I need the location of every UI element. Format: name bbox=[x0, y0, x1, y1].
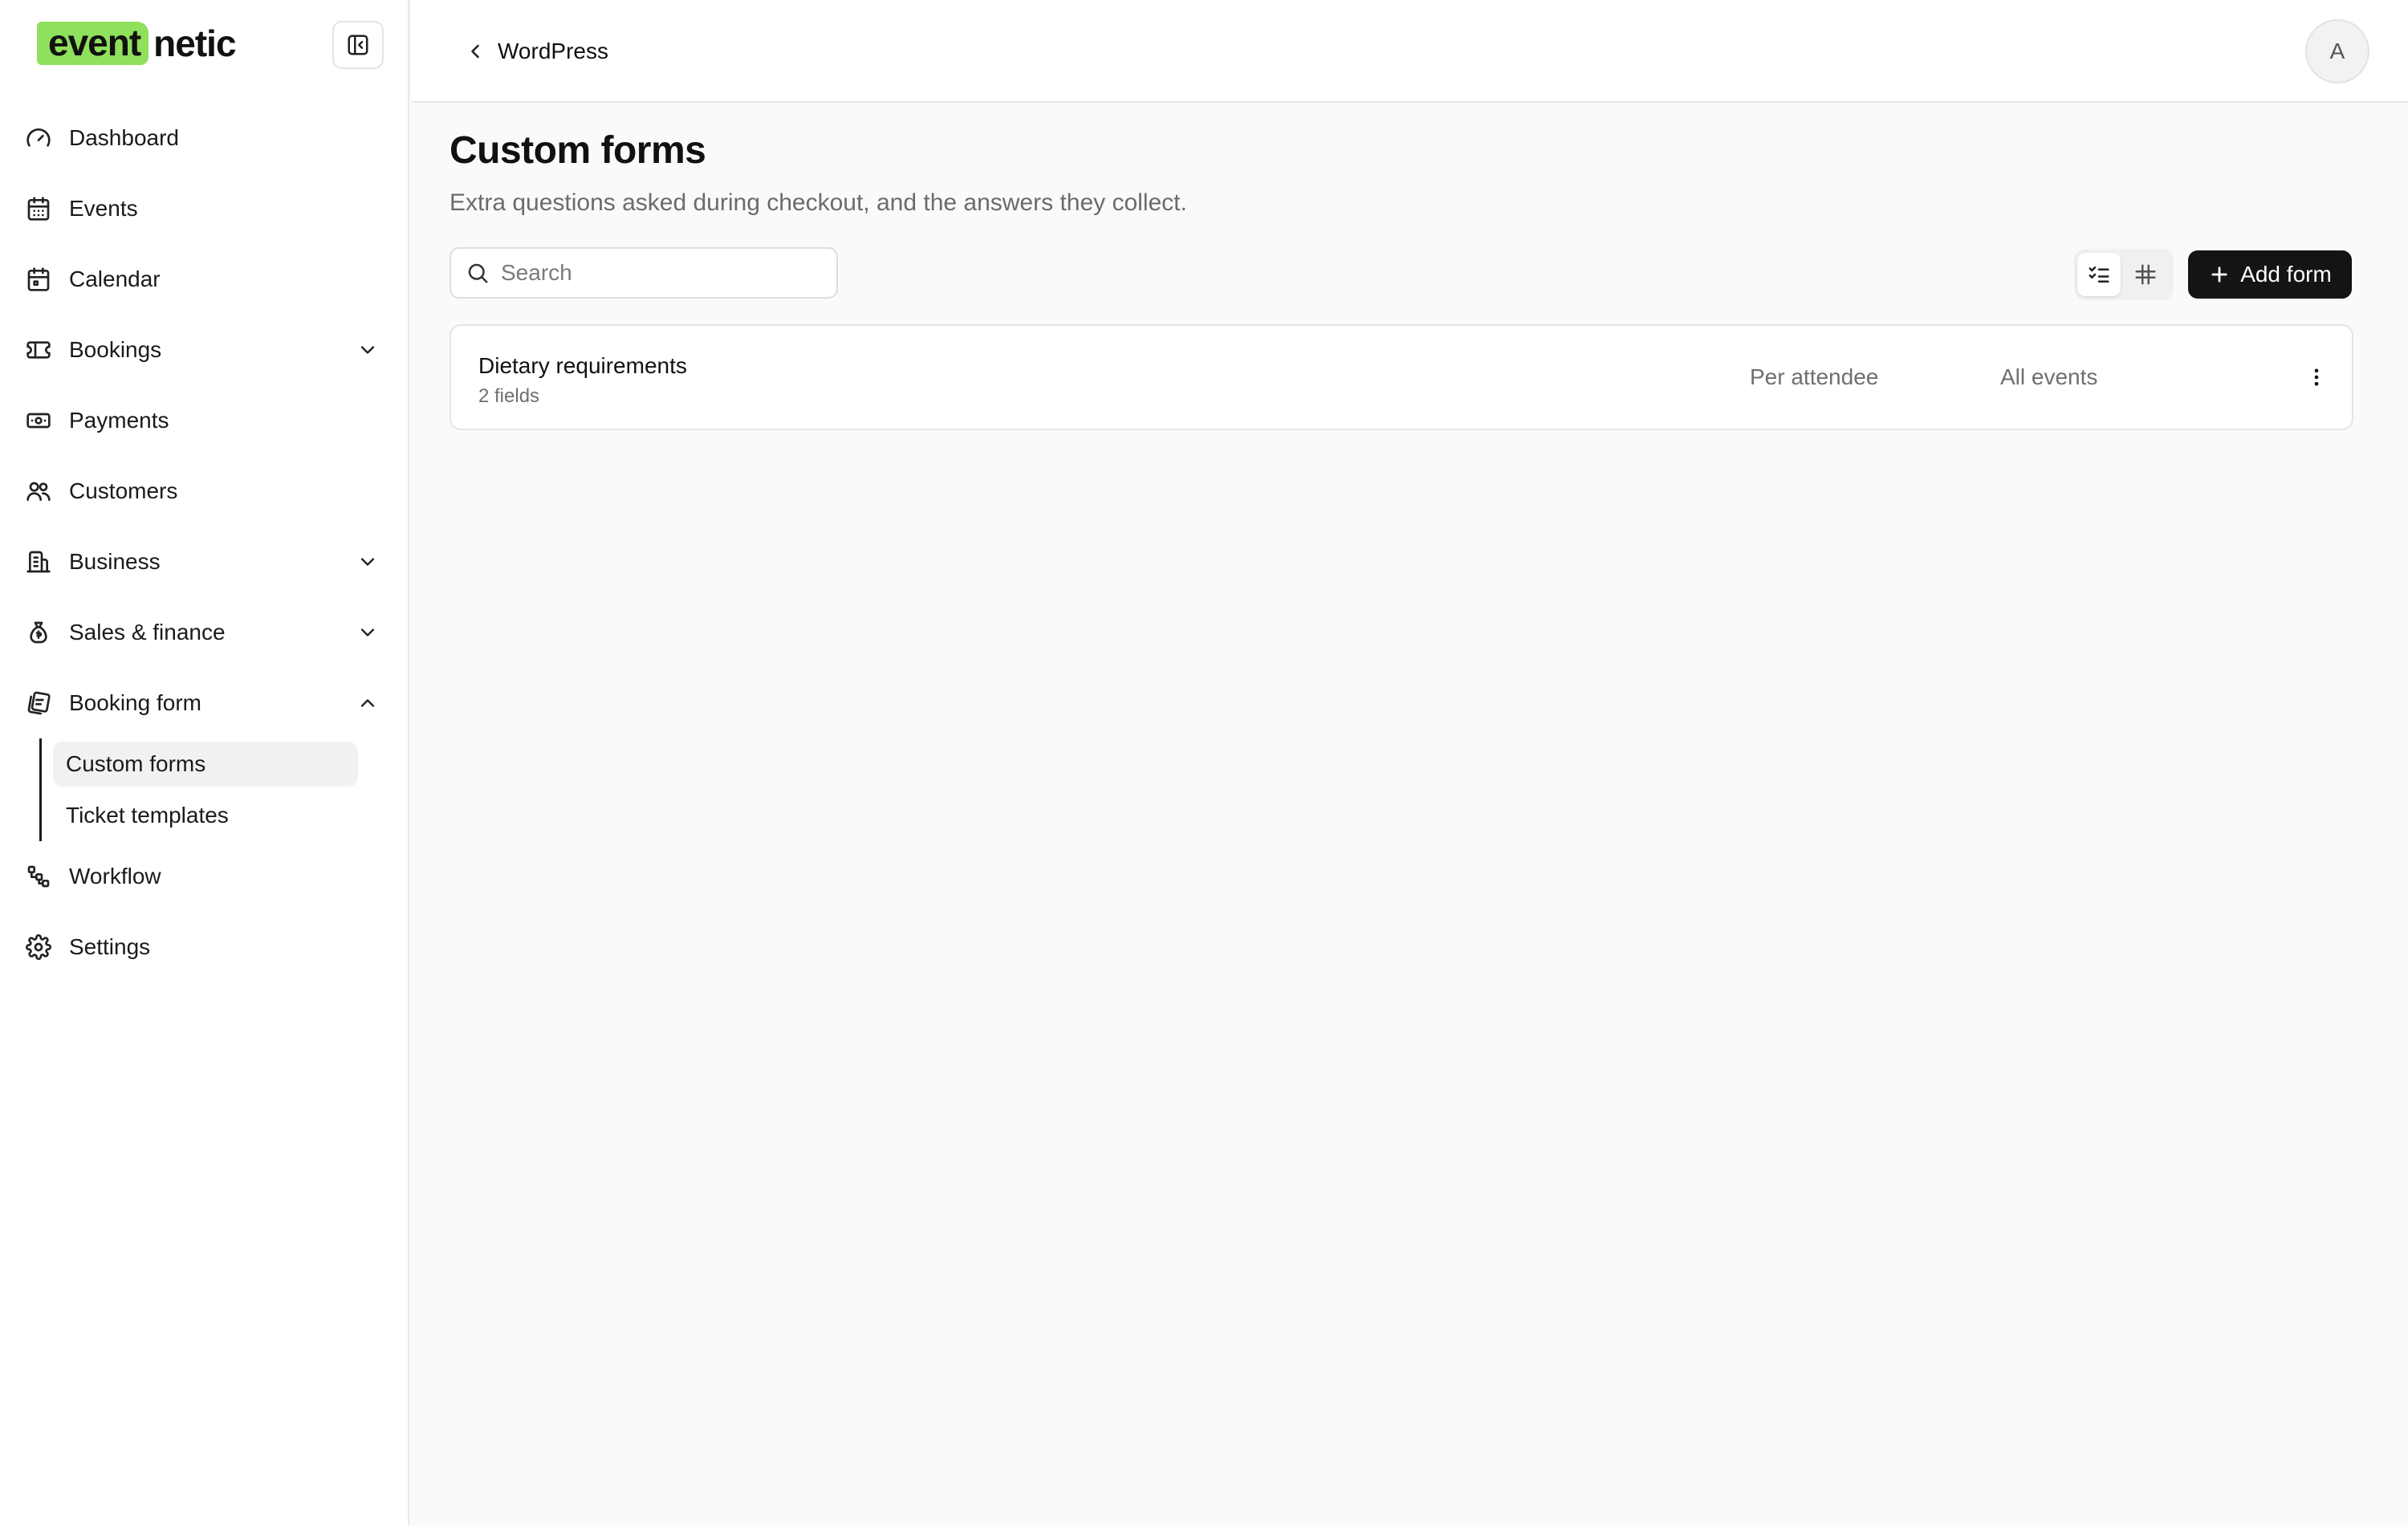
form-list-row[interactable]: Dietary requirements 2 fields Per attend… bbox=[449, 324, 2353, 430]
sidebar-subitem-custom-forms[interactable]: Custom forms bbox=[53, 742, 358, 787]
sidebar-item-label: Customers bbox=[69, 478, 178, 503]
app-root: event netic Dashboard Events Calendar Bo… bbox=[0, 0, 2408, 1525]
sidebar-item-label: Workflow bbox=[69, 864, 161, 889]
money-bag-icon bbox=[22, 616, 55, 649]
sidebar-item-label: Events bbox=[69, 196, 138, 221]
sidebar-item-booking-form[interactable]: Booking form bbox=[19, 677, 388, 729]
chevron-down-icon[interactable] bbox=[352, 616, 384, 649]
back-link-label: WordPress bbox=[498, 39, 608, 63]
sidebar-item-calendar[interactable]: Calendar bbox=[19, 254, 388, 305]
chevron-left-icon bbox=[464, 40, 486, 63]
search-box[interactable] bbox=[449, 247, 838, 299]
sidebar-item-settings[interactable]: Settings bbox=[19, 921, 388, 973]
list-checks-icon bbox=[2087, 262, 2111, 287]
sidebar: event netic Dashboard Events Calendar Bo… bbox=[0, 0, 409, 1525]
form-cards-icon bbox=[22, 687, 55, 719]
sidebar-item-label: Payments bbox=[69, 408, 169, 433]
add-form-button[interactable]: Add form bbox=[2188, 250, 2352, 299]
chevron-down-icon[interactable] bbox=[352, 546, 384, 578]
form-scope: Per attendee bbox=[1750, 364, 1879, 389]
sidebar-item-dashboard[interactable]: Dashboard bbox=[19, 112, 388, 164]
form-name: Dietary requirements bbox=[478, 353, 687, 378]
row-actions-button[interactable] bbox=[2299, 360, 2334, 395]
calendar-days-icon bbox=[22, 193, 55, 225]
sidebar-item-label: Bookings bbox=[69, 337, 162, 362]
add-form-label: Add form bbox=[2240, 262, 2332, 287]
sidebar-item-business[interactable]: Business bbox=[19, 536, 388, 588]
sidebar-item-label: Dashboard bbox=[69, 125, 179, 150]
avatar[interactable]: A bbox=[2305, 19, 2369, 83]
page-title: Custom forms bbox=[449, 129, 706, 172]
form-events: All events bbox=[2000, 364, 2098, 389]
sidebar-item-bookings[interactable]: Bookings bbox=[19, 324, 388, 376]
grid-view-button[interactable] bbox=[2124, 253, 2167, 296]
sidebar-subitem-ticket-templates[interactable]: Ticket templates bbox=[53, 793, 358, 838]
plus-icon bbox=[2208, 263, 2231, 286]
sidebar-item-sales-finance[interactable]: Sales & finance bbox=[19, 607, 388, 658]
list-view-button[interactable] bbox=[2077, 253, 2121, 296]
grid-hash-icon bbox=[2133, 262, 2158, 287]
sidebar-item-label: Settings bbox=[69, 934, 151, 959]
chevron-down-icon[interactable] bbox=[352, 334, 384, 366]
more-vertical-icon bbox=[2305, 366, 2328, 388]
logo-rest: netic bbox=[153, 22, 236, 64]
sidebar-collapse-button[interactable] bbox=[332, 21, 384, 69]
view-toggle bbox=[2074, 249, 2174, 300]
sidebar-item-label: Calendar bbox=[69, 266, 161, 291]
logo-highlight: event bbox=[37, 22, 149, 65]
banknote-icon bbox=[22, 405, 55, 437]
sidebar-item-events[interactable]: Events bbox=[19, 183, 388, 234]
sidebar-item-label: Sales & finance bbox=[69, 620, 226, 645]
sidebar-item-payments[interactable]: Payments bbox=[19, 395, 388, 446]
gauge-icon bbox=[22, 122, 55, 154]
page-subtitle: Extra questions asked during checkout, a… bbox=[449, 189, 1187, 216]
sidebar-item-customers[interactable]: Customers bbox=[19, 466, 388, 517]
search-input[interactable] bbox=[501, 260, 822, 286]
brand-logo[interactable]: event netic bbox=[37, 21, 237, 66]
sidebar-toggle-icon bbox=[346, 33, 370, 57]
workflow-icon bbox=[22, 860, 55, 893]
building-icon bbox=[22, 546, 55, 578]
sidebar-item-workflow[interactable]: Workflow bbox=[19, 851, 388, 902]
subnav-divider bbox=[39, 738, 42, 841]
topbar: WordPress A bbox=[411, 0, 2408, 103]
search-icon bbox=[466, 261, 490, 285]
gear-icon bbox=[22, 931, 55, 963]
form-field-count: 2 fields bbox=[478, 385, 540, 407]
sidebar-item-label: Booking form bbox=[69, 690, 201, 715]
ticket-icon bbox=[22, 334, 55, 366]
back-link[interactable]: WordPress bbox=[464, 32, 608, 71]
calendar-icon bbox=[22, 263, 55, 295]
chevron-up-icon[interactable] bbox=[352, 687, 384, 719]
users-icon bbox=[22, 475, 55, 507]
sidebar-item-label: Business bbox=[69, 549, 161, 574]
